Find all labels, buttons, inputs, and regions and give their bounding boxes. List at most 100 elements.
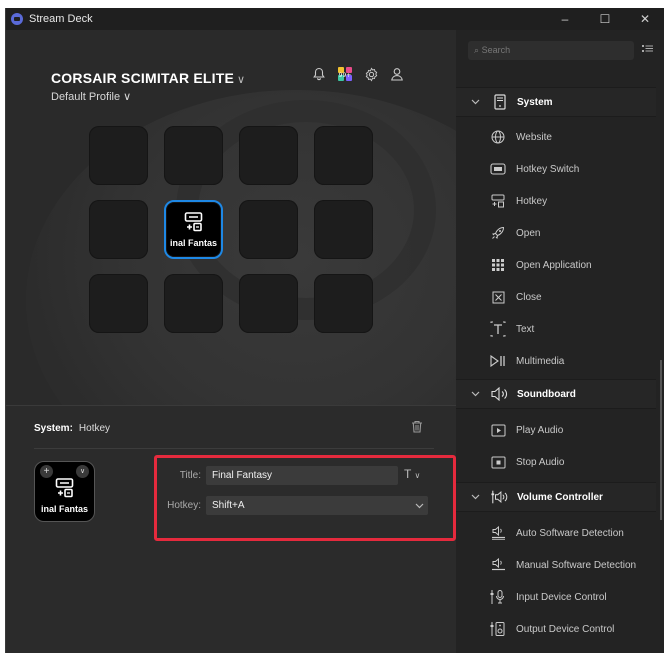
chevron-down-icon: ∨	[237, 74, 246, 86]
main-area: CORSAIR SCIMITAR ELITE ∨ Default Profile …	[6, 30, 456, 653]
play-pause-icon	[489, 355, 507, 367]
action-stop-audio[interactable]: Stop Audio	[456, 447, 656, 477]
action-label: Close	[516, 291, 542, 303]
chevron-down-icon	[471, 96, 483, 108]
device-selector[interactable]: CORSAIR SCIMITAR ELITE ∨	[51, 70, 245, 86]
action-label: Website	[516, 131, 552, 143]
key-slot[interactable]	[314, 200, 373, 259]
action-label: Text	[516, 323, 535, 335]
hotkey-icon	[183, 211, 205, 236]
globe-icon	[489, 130, 507, 144]
hotkey-icon	[489, 194, 507, 208]
device-canvas: CORSAIR SCIMITAR ELITE ∨ Default Profile …	[6, 30, 456, 405]
chevron-down-icon	[471, 388, 483, 400]
action-website[interactable]: Website	[456, 122, 656, 152]
action-hotkey-switch[interactable]: Hotkey Switch	[456, 154, 656, 184]
key-slot[interactable]	[89, 126, 148, 185]
key-slot[interactable]	[164, 126, 223, 185]
category-system[interactable]: System	[456, 87, 656, 117]
app-grid-icon	[489, 259, 507, 271]
window-title: Stream Deck	[29, 13, 93, 25]
auto-volume-icon	[489, 526, 507, 540]
list-view-icon[interactable]	[642, 44, 653, 57]
store-badge: 99+	[339, 72, 352, 79]
output-speaker-icon	[489, 621, 507, 637]
key-slot[interactable]	[89, 274, 148, 333]
key-grid: inal Fantas	[89, 126, 373, 333]
action-label: Open Application	[516, 259, 592, 271]
action-label: Hotkey	[516, 195, 548, 207]
bell-icon[interactable]	[311, 66, 327, 82]
play-audio-icon	[489, 424, 507, 437]
manual-volume-icon	[489, 558, 507, 572]
key-preview[interactable]: + ∨ inal Fantas	[34, 461, 95, 522]
window-controls: – ☐ ✕	[545, 8, 664, 30]
search-icon: ⌕	[474, 45, 480, 55]
chevron-down-icon	[471, 491, 483, 503]
key-slot[interactable]	[314, 126, 373, 185]
scrollbar[interactable]	[660, 360, 662, 520]
action-multimedia[interactable]: Multimedia	[456, 346, 656, 376]
top-toolbar: 99+	[311, 66, 405, 82]
volume-controller-icon	[491, 489, 509, 505]
action-label: Output Device Control	[516, 623, 615, 635]
action-input-device-control[interactable]: Input Device Control	[456, 582, 656, 612]
key-slot[interactable]	[239, 274, 298, 333]
preview-title: inal Fantas	[40, 504, 88, 514]
action-close[interactable]: Close	[456, 282, 656, 312]
key-title: inal Fantas	[169, 238, 217, 248]
action-open[interactable]: Open	[456, 218, 656, 248]
category-label: Volume Controller	[517, 491, 603, 503]
action-category: System:	[34, 423, 73, 434]
stream-deck-window: Stream Deck – ☐ ✕ CORSAIR SCIMITAR ELITE…	[5, 8, 664, 653]
title-bar: Stream Deck – ☐ ✕	[6, 8, 664, 30]
text-icon	[489, 321, 507, 337]
action-label: Hotkey Switch	[516, 163, 580, 175]
plus-icon[interactable]: +	[40, 465, 53, 478]
action-label: Auto Software Detection	[516, 527, 624, 539]
device-name: CORSAIR SCIMITAR ELITE	[51, 70, 235, 86]
microphone-icon	[489, 589, 507, 605]
action-name: Hotkey	[78, 423, 111, 434]
action-label: Multimedia	[516, 355, 565, 367]
rocket-icon	[489, 226, 507, 240]
system-icon	[491, 94, 509, 110]
trash-icon[interactable]	[411, 420, 423, 436]
divider	[34, 448, 434, 449]
key-slot[interactable]	[239, 200, 298, 259]
speaker-icon	[491, 387, 509, 401]
chevron-down-icon[interactable]: ∨	[76, 465, 89, 478]
maximize-button[interactable]: ☐	[585, 8, 625, 30]
key-slot-selected[interactable]: inal Fantas	[164, 200, 223, 259]
key-slot[interactable]	[239, 126, 298, 185]
action-manual-software-detection[interactable]: Manual Software Detection	[456, 550, 656, 580]
action-output-device-control[interactable]: Output Device Control	[456, 614, 656, 644]
close-button[interactable]: ✕	[625, 8, 664, 30]
search-input[interactable]: ⌕ Search	[468, 41, 634, 60]
action-label: Stop Audio	[516, 456, 565, 468]
minimize-button[interactable]: –	[545, 8, 585, 30]
action-open-application[interactable]: Open Application	[456, 250, 656, 280]
close-box-icon	[489, 291, 507, 304]
key-slot[interactable]	[89, 200, 148, 259]
action-hotkey[interactable]: Hotkey	[456, 186, 656, 216]
plugin-store-icon[interactable]: 99+	[337, 66, 353, 82]
action-label: Play Audio	[516, 424, 564, 436]
action-text[interactable]: Text	[456, 314, 656, 344]
property-inspector: System: Hotkey + ∨ inal Fantas Title: Fin…	[6, 405, 456, 653]
action-auto-software-detection[interactable]: Auto Software Detection	[456, 518, 656, 548]
action-play-audio[interactable]: Play Audio	[456, 415, 656, 445]
settings-icon[interactable]	[363, 66, 379, 82]
profile-selector[interactable]: Default Profile ∨	[51, 90, 131, 103]
actions-panel: ⌕ Search System Website Hotkey Switch Ho…	[456, 30, 664, 653]
key-slot[interactable]	[314, 274, 373, 333]
action-label: Open	[516, 227, 541, 239]
key-slot[interactable]	[164, 274, 223, 333]
action-label: Input Device Control	[516, 591, 607, 603]
category-soundboard[interactable]: Soundboard	[456, 379, 656, 409]
stop-audio-icon	[489, 456, 507, 469]
account-icon[interactable]	[389, 66, 405, 82]
action-label: Manual Software Detection	[516, 559, 637, 571]
category-label: System	[517, 96, 553, 108]
category-volume-controller[interactable]: Volume Controller	[456, 482, 656, 512]
